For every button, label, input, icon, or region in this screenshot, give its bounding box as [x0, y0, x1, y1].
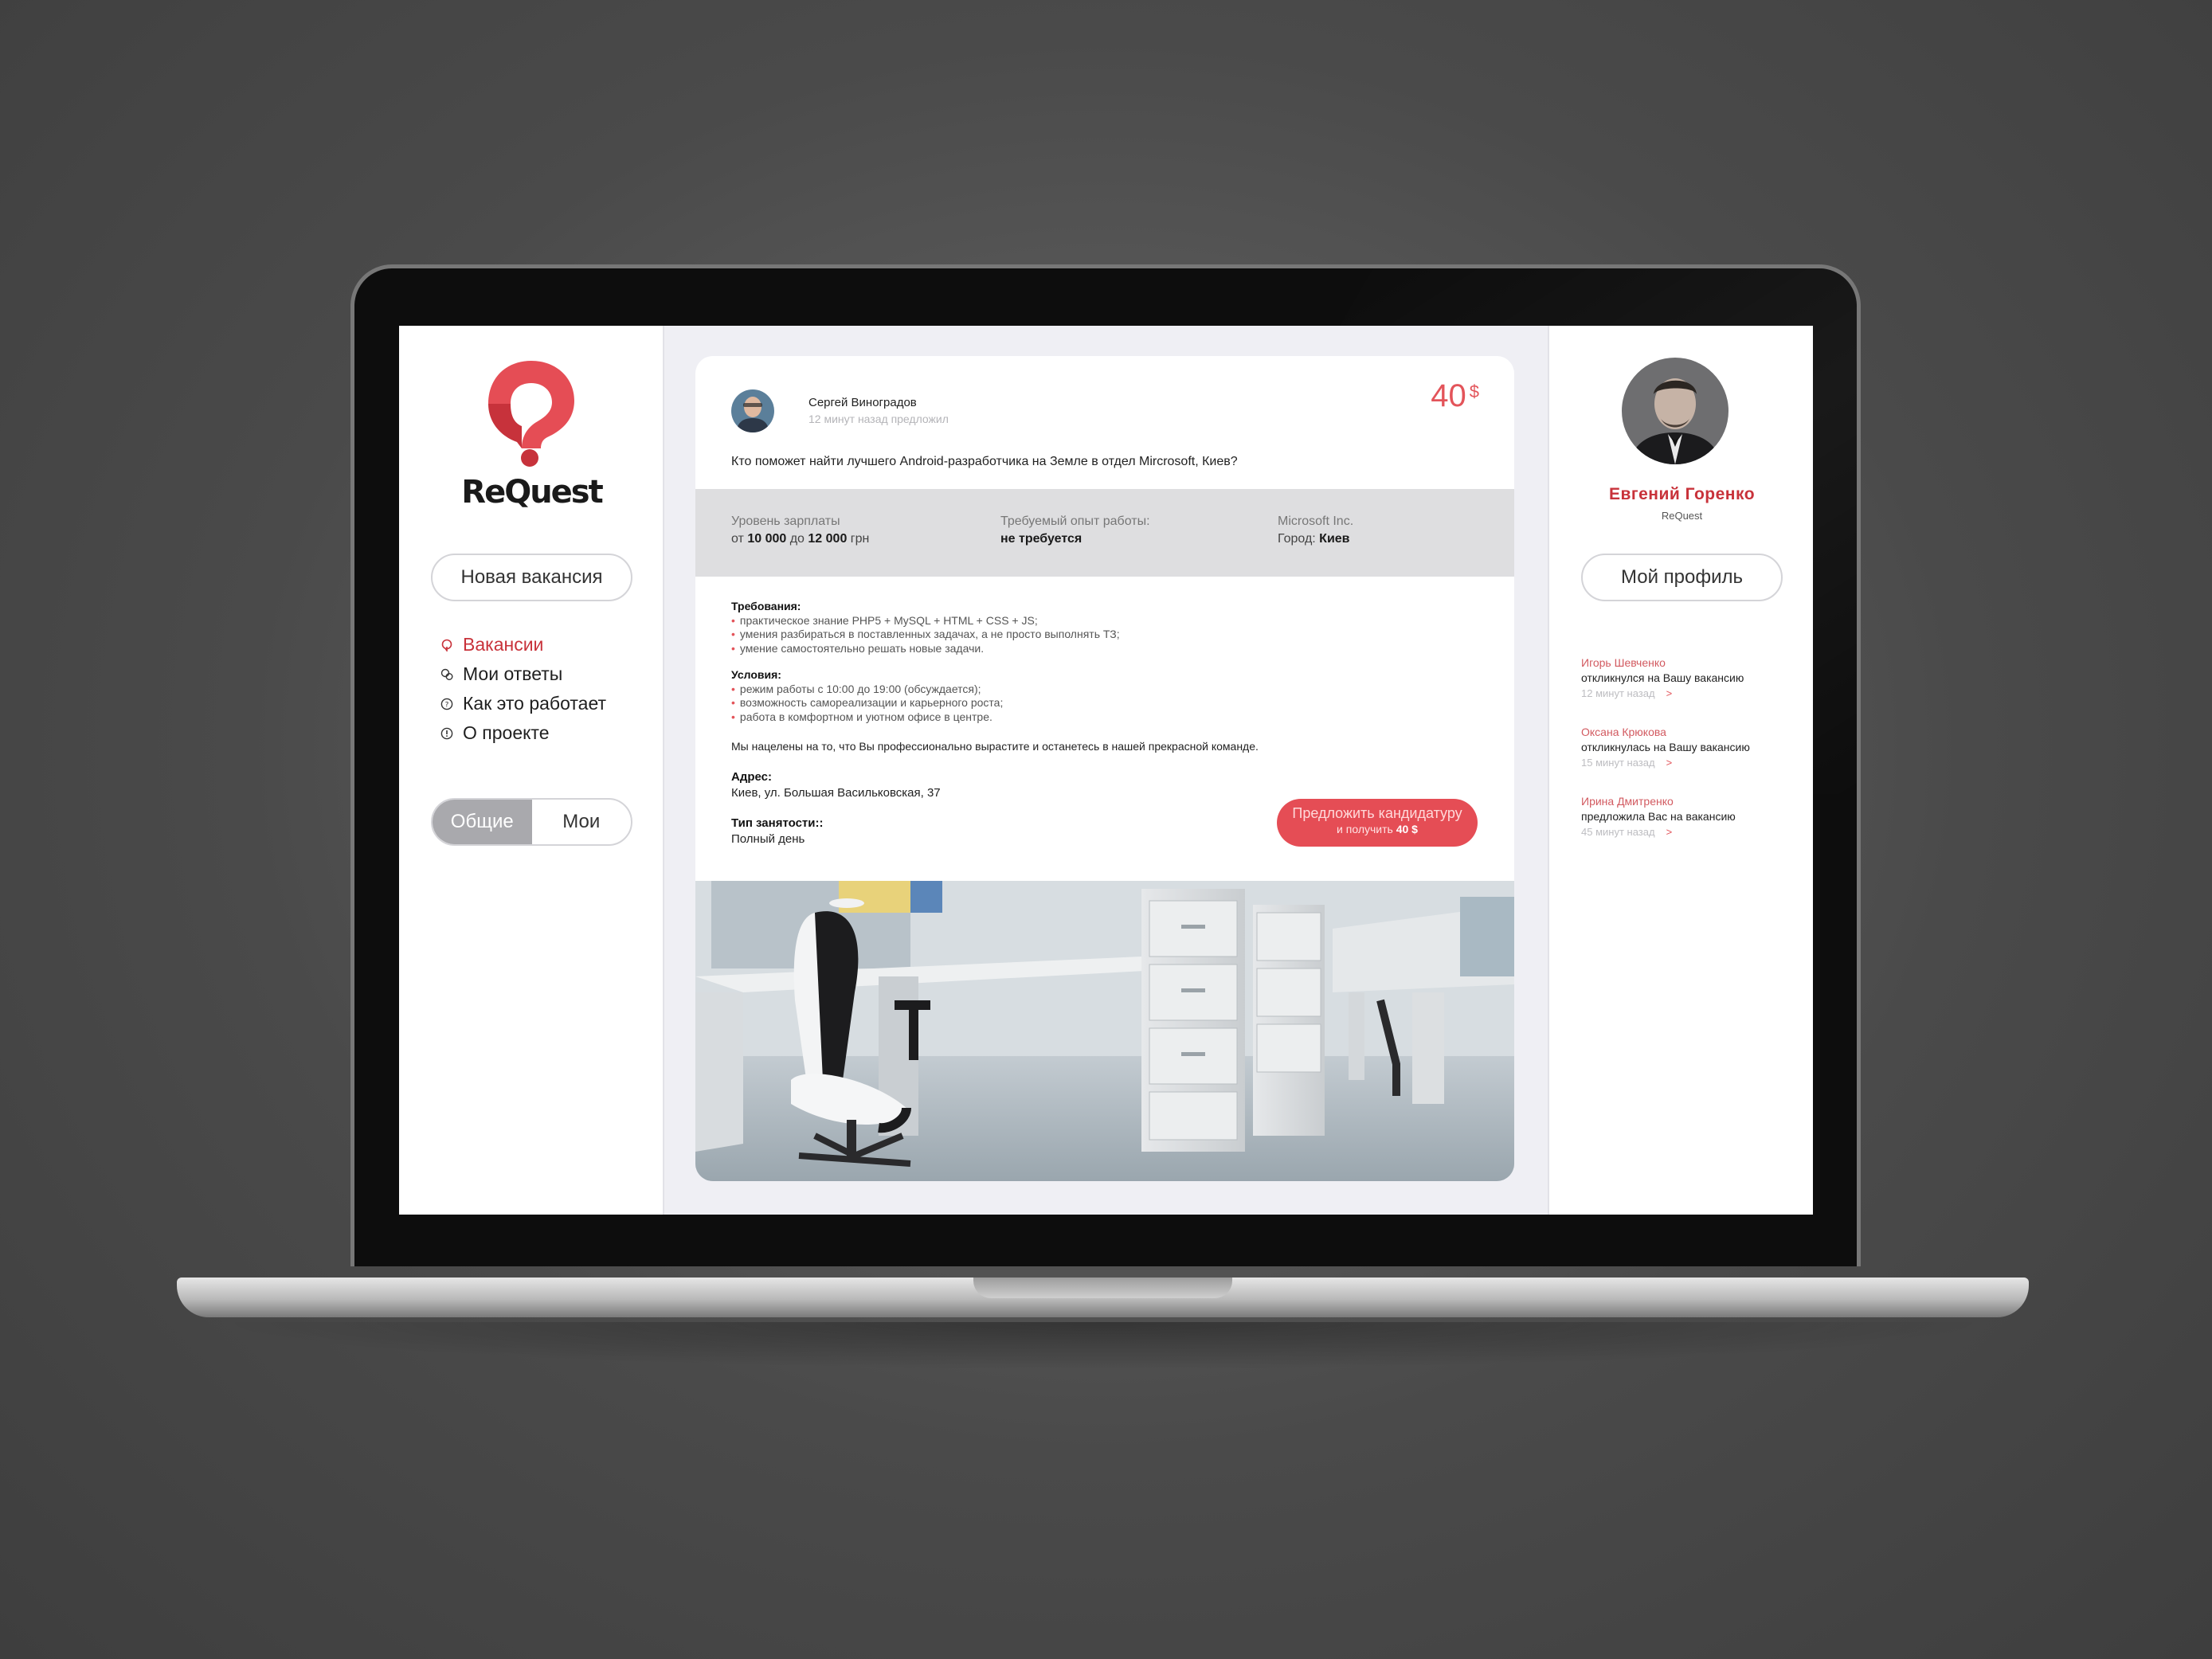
- salary-block: Уровень зарплаты от 10 000 до 12 000 грн: [731, 515, 870, 546]
- feed-item[interactable]: Игорь Шевченко откликнулся на Вашу вакан…: [1581, 655, 1796, 701]
- feed-item[interactable]: Ирина Дмитренко предложила Вас на ваканс…: [1581, 794, 1796, 839]
- chat-bubbles-icon: [440, 668, 453, 680]
- nav-label: Как это работает: [463, 693, 607, 714]
- reward-amount: 40 $: [1431, 378, 1479, 413]
- employment-label: Тип занятости::: [731, 816, 824, 830]
- list-item: • практическое знание PHP5 + MySQL + HTML…: [731, 613, 1038, 627]
- list-item: • умение самостоятельно решать новые зада…: [731, 641, 985, 655]
- company-block: Microsoft Inc. Город: Киев: [1278, 515, 1354, 546]
- list-item: • работа в комфортном и уютном офисе в це…: [731, 710, 992, 723]
- employment-value: Полный день: [731, 832, 805, 846]
- feed-item[interactable]: Оксана Крюкова откликнулась на Вашу вака…: [1581, 725, 1796, 770]
- list-item: • возможность самореализации и карьерного…: [731, 696, 1004, 709]
- app-screen: ReQuest Новая вакансия Вакансии Мои отве…: [399, 326, 1813, 1215]
- request-logo-icon: [488, 361, 574, 467]
- experience-block: Требуемый опыт работы: не требуется: [1000, 515, 1150, 546]
- address-value: Киев, ул. Большая Васильковская, 37: [731, 786, 941, 800]
- feed-filter-toggle: Общие Мои: [431, 798, 632, 846]
- post-time: 12 минут назад предложил: [808, 413, 949, 425]
- author-avatar: [731, 389, 774, 432]
- brand-name: ReQuest: [461, 474, 603, 511]
- location-pin-icon: [441, 639, 452, 651]
- nav-item-about[interactable]: О проекте: [440, 718, 606, 748]
- chevron-right-icon[interactable]: >: [1666, 757, 1673, 769]
- svg-text:?: ?: [445, 701, 449, 709]
- vacancy-pitch: Мы нацелены на то, что Вы профессиональн…: [731, 740, 1259, 753]
- profile-avatar[interactable]: [1622, 358, 1728, 464]
- nav-item-my-answers[interactable]: Мои ответы: [440, 659, 606, 689]
- profile-company: ReQuest: [1661, 510, 1703, 522]
- sidebar-nav: Вакансии Мои ответы ? Как это работает О…: [440, 630, 606, 748]
- requirements-section: Требования: • практическое знание PHP5 + …: [731, 600, 1120, 655]
- nav-item-vacancies[interactable]: Вакансии: [440, 630, 606, 659]
- toggle-mine[interactable]: Мои: [532, 800, 632, 844]
- info-circle-icon: [440, 727, 453, 739]
- list-item: • режим работы с 10:00 до 19:00 (обсуждае…: [731, 682, 981, 695]
- vacancy-card: Сергей Виноградов 12 минут назад предлож…: [695, 356, 1514, 1181]
- nav-label: Вакансии: [463, 634, 544, 655]
- office-photo: [695, 881, 1514, 1181]
- vacancy-summary-band: Уровень зарплаты от 10 000 до 12 000 грн…: [695, 489, 1514, 577]
- author-name[interactable]: Сергей Виноградов: [808, 396, 917, 409]
- laptop-shadow: [207, 1322, 1999, 1370]
- activity-feed: Игорь Шевченко откликнулся на Вашу вакан…: [1581, 655, 1796, 863]
- nav-label: О проекте: [463, 722, 550, 743]
- chevron-right-icon[interactable]: >: [1666, 826, 1673, 838]
- chevron-right-icon[interactable]: >: [1666, 687, 1673, 699]
- new-vacancy-button[interactable]: Новая вакансия: [431, 554, 632, 601]
- conditions-section: Условия: • режим работы с 10:00 до 19:00 …: [731, 668, 1004, 723]
- nav-label: Мои ответы: [463, 663, 563, 684]
- vacancy-question: Кто поможет найти лучшего Android-разраб…: [731, 455, 1238, 468]
- profile-name: Евгений Горенко: [1608, 485, 1756, 503]
- toggle-general[interactable]: Общие: [433, 800, 532, 844]
- right-sidebar: Евгений Горенко ReQuest Мой профиль Игор…: [1548, 326, 1813, 1215]
- question-circle-icon: ?: [440, 698, 453, 710]
- my-profile-button[interactable]: Мой профиль: [1581, 554, 1783, 601]
- address-label: Адрес:: [731, 770, 772, 784]
- left-sidebar: ReQuest Новая вакансия Вакансии Мои отве…: [399, 326, 664, 1215]
- offer-candidate-button[interactable]: Предложить кандидатуру и получить 40 $: [1277, 799, 1478, 847]
- laptop-notch: [973, 1278, 1232, 1298]
- list-item: • умения разбираться в поставленных задач…: [731, 628, 1120, 640]
- nav-item-how-it-works[interactable]: ? Как это работает: [440, 689, 606, 718]
